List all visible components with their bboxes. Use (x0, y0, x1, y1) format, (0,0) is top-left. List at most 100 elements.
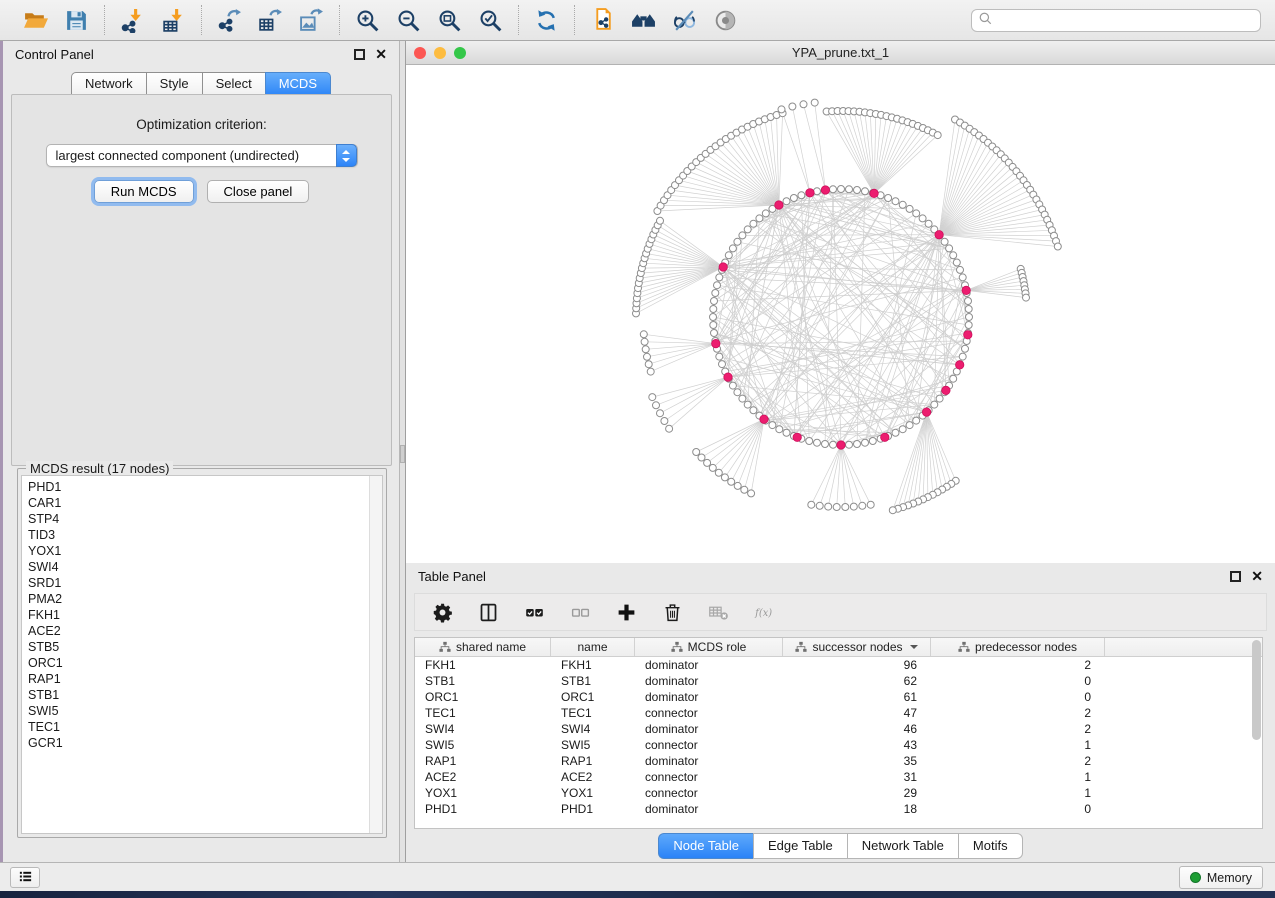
column-header-name[interactable]: name (551, 638, 635, 656)
mcds-list-scrollbar[interactable] (369, 476, 382, 833)
select-all-icon[interactable] (521, 599, 547, 625)
cell: RAP1 (415, 754, 551, 768)
share-document-icon[interactable] (589, 7, 616, 34)
tab-motifs[interactable]: Motifs (958, 833, 1023, 859)
table-float-icon[interactable] (1230, 571, 1241, 582)
cell: 31 (783, 770, 931, 784)
mcds-node-item[interactable]: STB5 (28, 639, 382, 655)
mcds-node-item[interactable]: STP4 (28, 511, 382, 527)
search-box[interactable] (971, 9, 1261, 32)
search-input[interactable] (997, 13, 1254, 27)
table-row[interactable]: SWI5SWI5connector431 (415, 737, 1262, 753)
cell: 0 (931, 690, 1105, 704)
memory-button[interactable]: Memory (1179, 866, 1263, 889)
cell: 1 (931, 770, 1105, 784)
deselect-all-icon[interactable] (567, 599, 593, 625)
close-panel-icon[interactable]: ✕ (375, 49, 387, 60)
mcds-node-item[interactable]: SWI5 (28, 703, 382, 719)
table-row[interactable]: RAP1RAP1dominator352 (415, 753, 1262, 769)
cell: STB1 (415, 674, 551, 688)
zoom-fit-icon[interactable] (436, 7, 463, 34)
mcds-node-item[interactable]: PMA2 (28, 591, 382, 607)
zoom-in-icon[interactable] (354, 7, 381, 34)
table-scrollbar[interactable] (1252, 640, 1261, 740)
binoculars-icon[interactable] (630, 7, 657, 34)
cell: 96 (783, 658, 931, 672)
cell: PHD1 (551, 802, 635, 816)
tab-style[interactable]: Style (146, 72, 202, 96)
mcds-node-item[interactable]: CAR1 (28, 495, 382, 511)
cell: RAP1 (551, 754, 635, 768)
mcds-node-item[interactable]: STB1 (28, 687, 382, 703)
function-icon: f(x) (751, 599, 777, 625)
table-row[interactable]: FKH1FKH1dominator962 (415, 657, 1262, 673)
table-row[interactable]: STB1STB1dominator620 (415, 673, 1262, 689)
tab-mcds[interactable]: MCDS (265, 72, 331, 96)
cell: 2 (931, 722, 1105, 736)
table-row[interactable]: PHD1PHD1dominator180 (415, 801, 1262, 817)
table-row[interactable]: TEC1TEC1connector472 (415, 705, 1262, 721)
tab-network[interactable]: Network (71, 72, 146, 96)
cell: TEC1 (415, 706, 551, 720)
close-panel-button[interactable]: Close panel (207, 180, 310, 203)
zoom-out-icon[interactable] (395, 7, 422, 34)
network-canvas[interactable] (406, 65, 1275, 563)
mcds-node-item[interactable]: SRD1 (28, 575, 382, 591)
table-row[interactable]: SWI4SWI4dominator462 (415, 721, 1262, 737)
add-icon[interactable] (613, 599, 639, 625)
export-table-icon[interactable] (257, 7, 284, 34)
cell: SWI4 (551, 722, 635, 736)
mcds-node-item[interactable]: TID3 (28, 527, 382, 543)
tab-network-table[interactable]: Network Table (847, 833, 958, 859)
cell: ACE2 (415, 770, 551, 784)
window-maximize-icon[interactable] (454, 47, 466, 59)
mcds-node-item[interactable]: RAP1 (28, 671, 382, 687)
splitter-grip[interactable] (400, 445, 405, 463)
mcds-node-item[interactable]: SWI4 (28, 559, 382, 575)
optimization-criterion-label: Optimization criterion: (12, 117, 391, 132)
mcds-tab-content: Optimization criterion: largest connecte… (11, 94, 392, 466)
mcds-node-item[interactable]: PHD1 (28, 479, 382, 495)
import-network-icon[interactable] (119, 7, 146, 34)
open-folder-icon[interactable] (22, 7, 49, 34)
hierarchy-icon (671, 641, 683, 653)
mcds-node-item[interactable]: ACE2 (28, 623, 382, 639)
export-image-icon[interactable] (298, 7, 325, 34)
mcds-node-item[interactable]: FKH1 (28, 607, 382, 623)
table-row[interactable]: YOX1YOX1connector291 (415, 785, 1262, 801)
gear-icon[interactable] (429, 599, 455, 625)
save-icon[interactable] (63, 7, 90, 34)
table-close-icon[interactable]: ✕ (1251, 571, 1263, 582)
zoom-selected-icon[interactable] (477, 7, 504, 34)
tab-node-table[interactable]: Node Table (658, 833, 753, 859)
tab-select[interactable]: Select (202, 72, 265, 96)
mcds-node-item[interactable]: ORC1 (28, 655, 382, 671)
network-graph[interactable] (406, 65, 1275, 563)
mcds-result-list[interactable]: PHD1CAR1STP4TID3YOX1SWI4SRD1PMA2FKH1ACE2… (21, 475, 383, 834)
mcds-node-item[interactable]: GCR1 (28, 735, 382, 751)
mcds-node-item[interactable]: YOX1 (28, 543, 382, 559)
window-close-icon[interactable] (414, 47, 426, 59)
export-network-icon[interactable] (216, 7, 243, 34)
run-mcds-button[interactable]: Run MCDS (94, 180, 194, 203)
refresh-icon[interactable] (533, 7, 560, 34)
trash-icon[interactable] (659, 599, 685, 625)
show-eye-icon[interactable] (712, 7, 739, 34)
tab-edge-table[interactable]: Edge Table (753, 833, 847, 859)
column-header-shared-name[interactable]: shared name (415, 638, 551, 656)
column-header-successor-nodes[interactable]: successor nodes (783, 638, 931, 656)
float-panel-icon[interactable] (354, 49, 365, 60)
column-header-predecessor-nodes[interactable]: predecessor nodes (931, 638, 1105, 656)
table-row[interactable]: ORC1ORC1dominator610 (415, 689, 1262, 705)
column-header-MCDS-role[interactable]: MCDS role (635, 638, 783, 656)
window-minimize-icon[interactable] (434, 47, 446, 59)
import-table-icon[interactable] (160, 7, 187, 34)
show-panels-button[interactable] (10, 867, 40, 888)
table-row[interactable]: ACE2ACE2connector311 (415, 769, 1262, 785)
mcds-node-item[interactable]: TEC1 (28, 719, 382, 735)
cell: dominator (635, 658, 783, 672)
hide-glasses-icon[interactable] (671, 7, 698, 34)
criterion-select[interactable]: largest connected component (undirected) (46, 144, 358, 167)
network-window-titlebar[interactable]: YPA_prune.txt_1 (406, 41, 1275, 65)
columns-icon[interactable] (475, 599, 501, 625)
